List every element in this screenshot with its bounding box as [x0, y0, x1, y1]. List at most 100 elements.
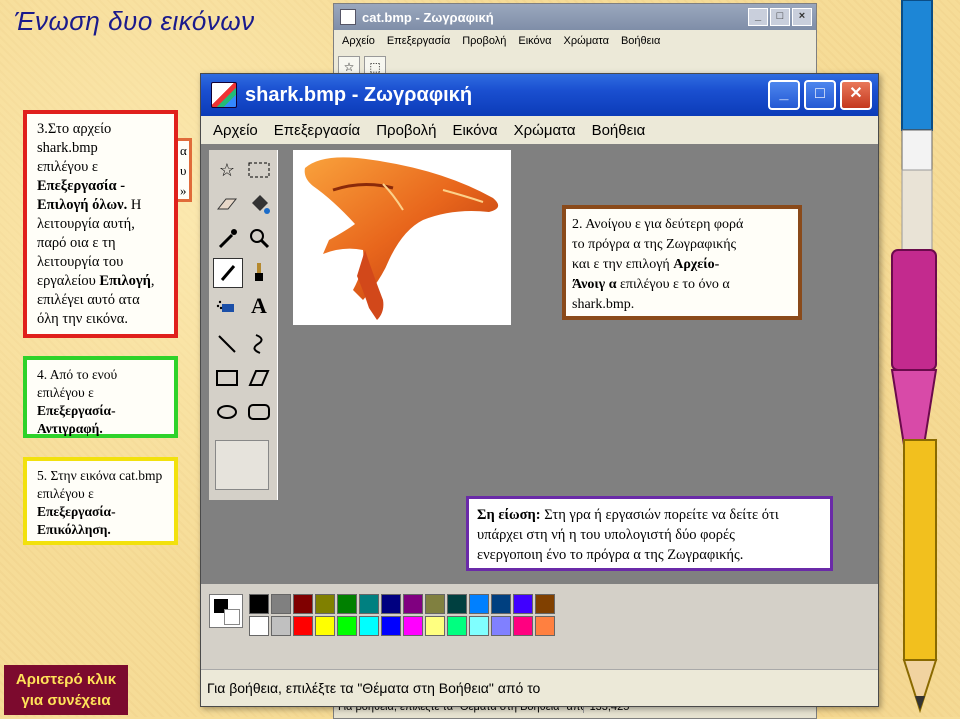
swatch[interactable]: [359, 594, 379, 614]
callout-text-bold: Αντιγραφή.: [37, 421, 103, 436]
swatch[interactable]: [359, 616, 379, 636]
swatch[interactable]: [513, 594, 533, 614]
curve-icon[interactable]: [245, 330, 273, 358]
swatch[interactable]: [271, 594, 291, 614]
swatch[interactable]: [403, 616, 423, 636]
callout-text-bold: Επεξεργασία-: [37, 504, 116, 519]
swatch[interactable]: [337, 594, 357, 614]
color-picker-icon[interactable]: [213, 224, 241, 252]
close-button[interactable]: ×: [792, 8, 812, 26]
callout-text: επιλέγου ε: [37, 159, 98, 175]
swatch[interactable]: [425, 594, 445, 614]
note-text: Στη γρα ή εργασιών πορείτε να δείτε ότι: [540, 507, 779, 523]
callout-step-4: 4. Από το ενού επιλέγου ε Επεξεργασία- Α…: [23, 356, 178, 438]
swatch[interactable]: [469, 616, 489, 636]
swatch[interactable]: [249, 594, 269, 614]
menu-file[interactable]: Αρχείο: [213, 122, 258, 139]
callout-text: επιλέγου ε το όνο α: [616, 277, 730, 292]
minimize-button[interactable]: _: [748, 8, 768, 26]
swatch[interactable]: [403, 594, 423, 614]
callout-text: Η: [127, 197, 142, 213]
maximize-button[interactable]: □: [804, 80, 836, 110]
swatch[interactable]: [381, 616, 401, 636]
magnifier-icon[interactable]: [245, 224, 273, 252]
swatch[interactable]: [425, 616, 445, 636]
pencil-icon[interactable]: [213, 258, 243, 288]
swatch[interactable]: [293, 616, 313, 636]
paint-window-shark[interactable]: shark.bmp - Ζωγραφική _ □ ✕ Αρχείο Επεξε…: [200, 73, 879, 707]
callout-text: shark.bmp: [37, 140, 98, 156]
menu-bar: Αρχείο Επεξεργασία Προβολή Εικόνα Χρώματ…: [334, 30, 816, 52]
callout-text: το πρόγρα α της Ζωγραφικής: [572, 237, 737, 252]
current-colors[interactable]: [209, 594, 243, 628]
swatch[interactable]: [293, 594, 313, 614]
callout-text-bold: Επεξεργασία -: [37, 178, 126, 194]
fill-icon[interactable]: [245, 190, 273, 218]
toolbox: ☆ A: [209, 150, 278, 500]
menu-edit[interactable]: Επεξεργασία: [274, 122, 360, 139]
swatch[interactable]: [491, 594, 511, 614]
polygon-icon[interactable]: [245, 364, 273, 392]
menu-help[interactable]: Βοήθεια: [621, 35, 660, 47]
swatch[interactable]: [315, 616, 335, 636]
menu-help[interactable]: Βοήθεια: [592, 122, 646, 139]
close-button[interactable]: ✕: [840, 80, 872, 110]
menu-image[interactable]: Εικόνα: [452, 122, 497, 139]
note-text: υπάρχει στη νή η του υπολογιστή δύο φορέ…: [477, 527, 735, 543]
status-text: Για βοήθεια, επιλέξτε τα "Θέματα στη Βοή…: [207, 680, 541, 696]
rectangle-icon[interactable]: [213, 364, 241, 392]
swatch[interactable]: [447, 594, 467, 614]
title-bar[interactable]: cat.bmp - Ζωγραφική _ □ ×: [334, 4, 816, 30]
swatch[interactable]: [535, 594, 555, 614]
next-slide-button[interactable]: Αριστερό κλικ για συνέχεια: [4, 665, 128, 715]
swatch[interactable]: [535, 616, 555, 636]
ellipse-icon[interactable]: [213, 398, 241, 426]
line-icon[interactable]: [213, 330, 241, 358]
swatch[interactable]: [491, 616, 511, 636]
airbrush-icon[interactable]: [213, 292, 241, 320]
callout-text: ,: [150, 273, 155, 289]
menu-view[interactable]: Προβολή: [376, 122, 436, 139]
menu-colors[interactable]: Χρώματα: [514, 122, 576, 139]
note-text: ενεργοποιη ένο το πρόγρα α της Ζωγραφική…: [477, 547, 744, 563]
callout-text-bold: Επιλογή όλων.: [37, 197, 128, 213]
swatch[interactable]: [381, 594, 401, 614]
free-select-icon[interactable]: ☆: [213, 156, 241, 184]
swatch[interactable]: [469, 594, 489, 614]
swatch[interactable]: [513, 616, 533, 636]
callout-text: λειτουργία του: [37, 254, 124, 270]
rounded-rect-icon[interactable]: [245, 398, 273, 426]
swatch[interactable]: [337, 616, 357, 636]
callout-text: 2. Ανοίγου ε για δεύτερη φορά: [572, 217, 744, 232]
menu-edit[interactable]: Επεξεργασία: [387, 35, 450, 47]
maximize-button[interactable]: □: [770, 8, 790, 26]
menu-view[interactable]: Προβολή: [462, 35, 506, 47]
window-title: shark.bmp - Ζωγραφική: [245, 83, 473, 106]
callout-text: και ε την επιλογή: [572, 257, 674, 272]
next-button-label: για συνέχεια: [21, 692, 111, 709]
text-icon[interactable]: A: [245, 292, 273, 320]
callout-text: όλη την εικόνα.: [37, 311, 128, 327]
swatch[interactable]: [315, 594, 335, 614]
minimize-button[interactable]: _: [768, 80, 800, 110]
callout-text: shark.bmp.: [572, 297, 635, 312]
rect-select-icon[interactable]: [245, 156, 273, 184]
swatch[interactable]: [249, 616, 269, 636]
menu-file[interactable]: Αρχείο: [342, 35, 375, 47]
menu-bar: Αρχείο Επεξεργασία Προβολή Εικόνα Χρώματ…: [201, 116, 878, 144]
paint-app-icon: [340, 9, 356, 25]
swatch-grid: [249, 594, 555, 636]
window-title: cat.bmp - Ζωγραφική: [362, 9, 494, 25]
title-bar[interactable]: shark.bmp - Ζωγραφική _ □ ✕: [201, 74, 878, 116]
swatch[interactable]: [447, 616, 467, 636]
eraser-icon[interactable]: [213, 190, 241, 218]
menu-image[interactable]: Εικόνα: [518, 35, 551, 47]
paint-app-icon: [211, 82, 237, 108]
callout-text-bold: Επεξεργασία-: [37, 403, 116, 418]
tool-options[interactable]: [215, 440, 269, 490]
menu-colors[interactable]: Χρώματα: [564, 35, 609, 47]
swatch[interactable]: [271, 616, 291, 636]
drawing-canvas[interactable]: [293, 150, 511, 325]
shark-image: [304, 157, 499, 320]
brush-icon[interactable]: [245, 258, 273, 286]
